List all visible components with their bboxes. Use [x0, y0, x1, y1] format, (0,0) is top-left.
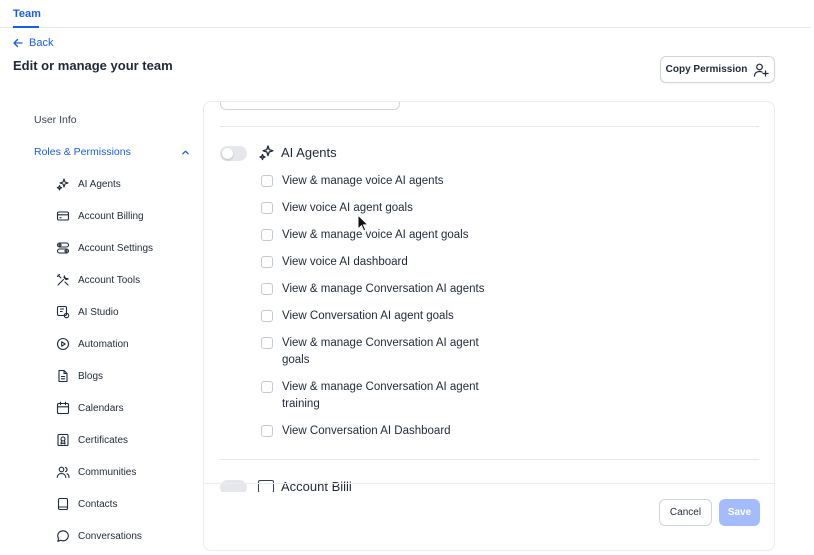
- permission-checkbox[interactable]: [261, 310, 273, 322]
- divider: [220, 459, 759, 460]
- permission-checkbox[interactable]: [261, 425, 273, 437]
- top-tab-bar: Team: [0, 0, 810, 28]
- permission-checkbox[interactable]: [261, 202, 273, 214]
- sparkles-icon: [259, 145, 274, 161]
- ai-agents-toggle[interactable]: [220, 146, 247, 161]
- page-title: Edit or manage your team: [13, 58, 173, 73]
- permission-label: View & manage voice AI agents: [282, 175, 444, 187]
- sidebar-item-label: Conversations: [78, 530, 142, 542]
- sidebar-item-user-info[interactable]: User Info: [34, 114, 77, 126]
- sidebar-item-roles-permissions[interactable]: Roles & Permissions: [34, 146, 131, 158]
- sidebar-item-label: Communities: [78, 466, 137, 478]
- contacts-book-icon: [57, 497, 69, 511]
- permission-item[interactable]: View Conversation AI agent goals: [261, 308, 492, 325]
- arrow-left-icon: [13, 38, 23, 48]
- document-icon: [58, 369, 68, 383]
- sidebar-item-ai-agents[interactable]: AI Agents: [56, 176, 121, 192]
- play-circle-icon: [56, 337, 70, 351]
- sidebar-item-label: Certificates: [78, 434, 129, 446]
- sidebar-item-automation[interactable]: Automation: [56, 336, 129, 352]
- sidebar-item-label: Blogs: [78, 370, 104, 382]
- sidebar-item-label: Contacts: [78, 498, 118, 510]
- sidebar-item-label: Account Settings: [78, 242, 154, 254]
- sidebar-item-communities[interactable]: Communities: [56, 464, 136, 480]
- ai-studio-icon: [56, 305, 70, 319]
- permission-label: View voice AI agent goals: [282, 202, 413, 214]
- sidebar-item-label: Account Tools: [78, 274, 141, 286]
- permission-item[interactable]: View & manage voice AI agents: [261, 173, 492, 190]
- permission-label: View & manage voice AI agent goals: [282, 229, 469, 241]
- tab-team[interactable]: Team: [13, 8, 41, 20]
- sidebar-item-label: Automation: [78, 338, 129, 350]
- account-billing-section-partial: Account Billi: [220, 478, 420, 492]
- sidebar-item-account-tools[interactable]: Account Tools: [56, 272, 140, 288]
- sidebar-item-certificates[interactable]: Certificates: [56, 432, 128, 448]
- permission-label: View Conversation AI Dashboard: [282, 425, 451, 437]
- mouse-cursor-icon: [357, 214, 369, 232]
- copy-permission-button[interactable]: Copy Permission: [660, 56, 775, 83]
- sidebar-item-account-settings[interactable]: Account Settings: [56, 240, 153, 256]
- footer-divider: [204, 483, 774, 484]
- sidebar-item-contacts[interactable]: Contacts: [56, 496, 117, 512]
- users-icon: [56, 466, 70, 479]
- permission-checkbox[interactable]: [261, 337, 273, 349]
- save-button[interactable]: Save: [719, 499, 760, 526]
- calendar-icon: [56, 401, 70, 415]
- copy-permission-label: Copy Permission: [665, 64, 748, 75]
- permission-label: View & manage Conversation AI agent goal…: [282, 337, 479, 366]
- account-billing-toggle[interactable]: [220, 480, 247, 492]
- permission-checkbox[interactable]: [261, 381, 273, 393]
- tab-active-indicator: [13, 26, 39, 28]
- permission-checkbox[interactable]: [261, 256, 273, 268]
- permissions-panel: AI Agents View & manage voice AI agents …: [203, 101, 775, 551]
- chevron-up-icon[interactable]: [181, 148, 190, 157]
- sidebar-item-account-billing[interactable]: Account Billing: [56, 208, 144, 224]
- sidebar-item-label: AI Agents: [78, 178, 121, 190]
- permission-checkbox[interactable]: [261, 175, 273, 187]
- permission-label: View & manage Conversation AI agents: [282, 283, 485, 295]
- permission-item[interactable]: View & manage Conversation AI agent goal…: [261, 335, 492, 369]
- toggles-icon: [56, 242, 70, 254]
- cancel-button[interactable]: Cancel: [659, 499, 712, 526]
- section-title: AI Agents: [281, 145, 337, 160]
- divider: [220, 126, 759, 127]
- search-input-partial[interactable]: [220, 102, 400, 110]
- user-plus-icon: [754, 63, 769, 77]
- sidebar-item-label: Account Billing: [78, 210, 144, 222]
- certificate-icon: [57, 433, 69, 447]
- permission-item[interactable]: View & manage Conversation AI agent trai…: [261, 379, 492, 413]
- permission-label: View voice AI dashboard: [282, 256, 408, 268]
- sidebar-item-ai-studio[interactable]: AI Studio: [56, 304, 119, 320]
- back-link[interactable]: Back: [12, 37, 53, 49]
- credit-card-icon: [258, 480, 274, 492]
- permission-label: View & manage Conversation AI agent trai…: [282, 381, 479, 410]
- sidebar-item-label: Calendars: [78, 402, 124, 414]
- permission-item[interactable]: View voice AI agent goals: [261, 200, 492, 217]
- chat-bubble-icon: [57, 530, 69, 542]
- permission-item[interactable]: View & manage Conversation AI agents: [261, 281, 492, 298]
- sidebar-item-calendars[interactable]: Calendars: [56, 400, 124, 416]
- credit-card-icon: [56, 211, 70, 221]
- tools-icon: [56, 273, 70, 286]
- permission-checkbox[interactable]: [261, 283, 273, 295]
- permission-item[interactable]: View & manage voice AI agent goals: [261, 227, 492, 244]
- permission-item[interactable]: View voice AI dashboard: [261, 254, 492, 271]
- back-label: Back: [29, 37, 54, 49]
- permission-checkbox[interactable]: [261, 229, 273, 241]
- sidebar-item-label: AI Studio: [78, 306, 119, 318]
- sidebar-item-conversations[interactable]: Conversations: [56, 528, 142, 544]
- section-title: Account Billi: [281, 479, 352, 492]
- sidebar-item-blogs[interactable]: Blogs: [56, 368, 103, 384]
- sparkles-icon: [56, 178, 69, 191]
- permission-label: View Conversation AI agent goals: [282, 310, 454, 322]
- permission-item[interactable]: View Conversation AI Dashboard: [261, 423, 492, 440]
